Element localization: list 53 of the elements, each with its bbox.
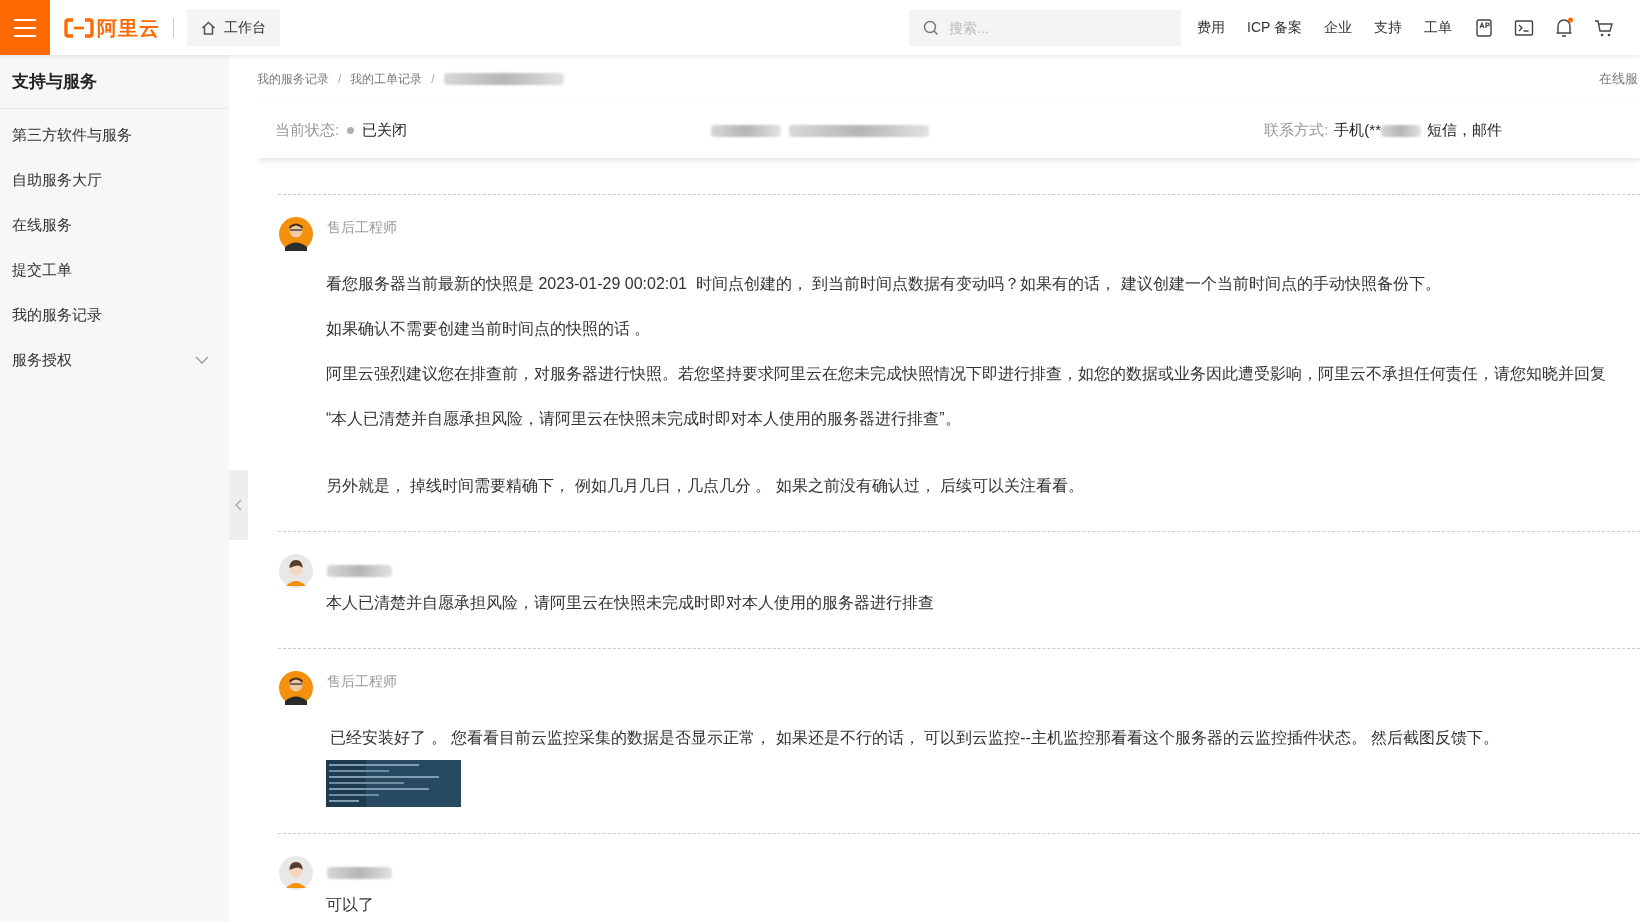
blurred-phone — [1381, 124, 1421, 137]
logo-text: 阿里云 — [97, 15, 160, 41]
collapse-handle[interactable] — [229, 470, 248, 540]
cart-icon[interactable] — [1594, 17, 1614, 38]
message-text: “本人已清楚并自愿承担风险，请阿里云在快照未完成时即对本人使用的服务器进行排查”。 — [326, 409, 962, 429]
sidebar-item[interactable]: 自助服务大厅 — [0, 158, 229, 203]
workbench-button[interactable]: 工作台 — [187, 9, 280, 46]
logo-icon — [64, 17, 94, 38]
author-name: 售后工程师 — [327, 217, 397, 237]
nav-link[interactable]: 支持 — [1374, 17, 1402, 38]
contact-method: 短信，邮件 — [1427, 120, 1502, 141]
breadcrumb-separator: / — [431, 71, 435, 88]
blurred-title — [711, 124, 782, 137]
message-text: 可以了 — [326, 895, 375, 915]
message-text: 本人已清楚并自愿承担风险，请阿里云在快照未完成时即对本人使用的服务器进行排查 — [326, 593, 935, 613]
online-service-link[interactable]: 在线服 — [1599, 69, 1638, 89]
customer-avatar-icon — [279, 856, 313, 890]
contact-method: 手机(** — [1334, 120, 1381, 141]
search-field[interactable]: 搜索... — [909, 9, 1181, 46]
nav-link[interactable]: 企业 — [1324, 17, 1352, 38]
sidebar-item[interactable]: 服务授权 — [0, 338, 229, 383]
nav-link[interactable]: 工单 — [1424, 17, 1452, 38]
nav-link[interactable]: ICP 备案 — [1247, 17, 1302, 38]
app-icon[interactable] — [1474, 17, 1494, 38]
message-text: 已经安装好了 。 您看看目前云监控采集的数据是否显示正常， 如果还是不行的话， 可以到云监控--主机监控那看看这个服务器的云监控插件状态。 然后截图反馈下。 — [329, 728, 1501, 748]
message-text: 阿里云强烈建议您在排查前，对服务器进行快照。若您坚持要求阿里云在您未完成快照情况下即进行排查，如您的数据或业务因此遭受影响，阿里云不承担任何责任，请您知晓并回复 — [326, 364, 1607, 384]
engineer-avatar-icon — [279, 671, 313, 705]
breadcrumb-link[interactable]: 我的工单记录 — [350, 70, 423, 88]
breadcrumb-separator: / — [338, 71, 342, 88]
nav-link[interactable]: 费用 — [1197, 17, 1225, 38]
search-icon — [923, 19, 939, 36]
sidebar-item[interactable]: 第三方软件与服务 — [0, 113, 229, 158]
menu-icon — [13, 17, 37, 38]
contact-label: 联系方式: — [1264, 120, 1329, 141]
sidebar-item[interactable]: 在线服务 — [0, 203, 229, 248]
author-name: 售后工程师 — [327, 671, 397, 691]
home-icon — [201, 20, 216, 35]
terminal-icon[interactable] — [1514, 18, 1534, 37]
message-text: 看您服务器当前最新的快照是 2023-01-29 00:02:01 时间点创建的， 到当前时间点数据有变动吗？如果有的话， 建议创建一个当前时间点的手动快照备份下。 — [326, 274, 1442, 294]
engineer-avatar-icon — [279, 217, 313, 251]
customer-avatar-icon — [279, 554, 313, 588]
sidebar-item[interactable]: 提交工单 — [0, 248, 229, 293]
status-value: 已关闭 — [362, 120, 408, 141]
breadcrumb-link[interactable]: 我的服务记录 — [257, 70, 329, 88]
blurred-author-name — [327, 867, 392, 879]
menu-button[interactable] — [0, 0, 50, 55]
blurred-author-name — [327, 565, 392, 577]
message-text: 另外就是， 掉线时间需要精确下， 例如几月几日，几点几分 。 如果之前没有确认过， 后续可以关注看看。 — [326, 476, 1086, 496]
status-label: 当前状态: — [275, 120, 340, 141]
sidebar-item[interactable]: 我的服务记录 — [0, 293, 229, 338]
sidebar-title: 支持与服务 — [0, 55, 229, 109]
notification-icon[interactable] — [1554, 16, 1574, 39]
message-text: 如果确认不需要创建当前时间点的快照的话 。 — [326, 319, 652, 339]
